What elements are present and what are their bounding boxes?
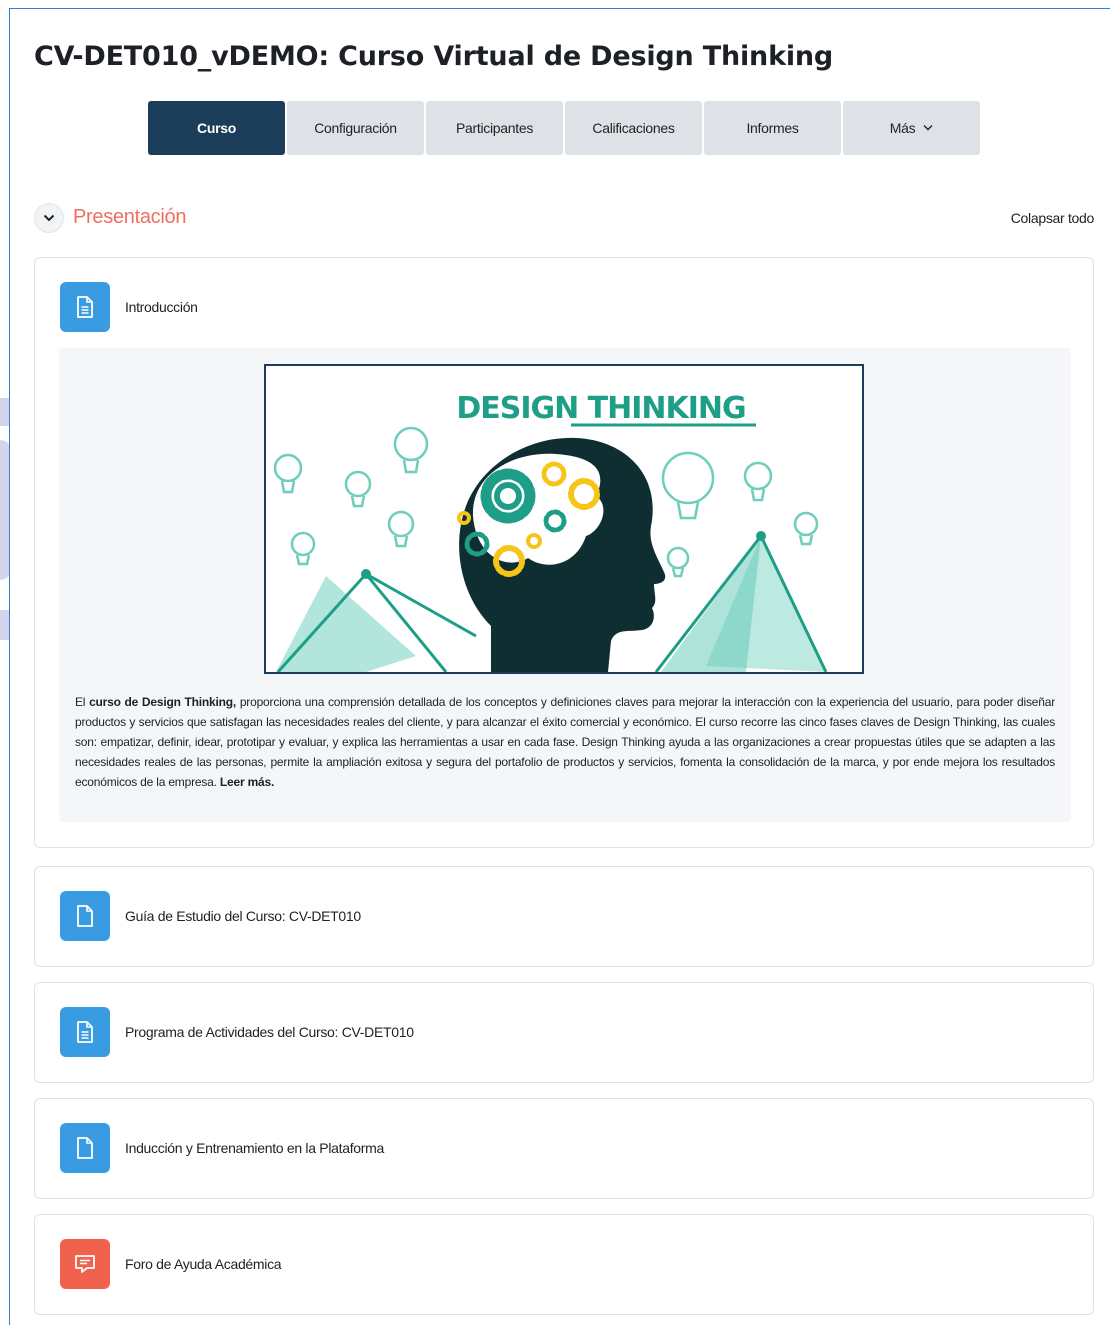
activity-item: Programa de Actividades del Curso: CV-DE… xyxy=(60,1007,414,1057)
description-text: El curso de Design Thinking, proporciona… xyxy=(75,692,1055,792)
activity-name[interactable]: Introducción xyxy=(125,299,198,315)
page-icon[interactable] xyxy=(60,1007,110,1057)
activity-card: Guía de Estudio del Curso: CV-DET010 xyxy=(34,866,1094,967)
tab-participantes[interactable]: Participantes xyxy=(426,101,563,155)
activity-card: Inducción y Entrenamiento en la Platafor… xyxy=(34,1098,1094,1199)
activity-name[interactable]: Inducción y Entrenamiento en la Platafor… xyxy=(125,1140,384,1156)
tab-calificaciones[interactable]: Calificaciones xyxy=(565,101,702,155)
description-lead: El xyxy=(75,695,90,709)
activity-card-introduccion: Introducción DESIGN THINKING El curso de… xyxy=(34,257,1094,848)
tab-label: Curso xyxy=(197,120,236,136)
activity-name[interactable]: Foro de Ayuda Académica xyxy=(125,1256,282,1272)
section-title[interactable]: Presentación xyxy=(73,206,186,229)
file-icon[interactable] xyxy=(60,1123,110,1173)
activity-name[interactable]: Guía de Estudio del Curso: CV-DET010 xyxy=(125,908,361,924)
tab-configuracion[interactable]: Configuración xyxy=(287,101,424,155)
tab-informes[interactable]: Informes xyxy=(704,101,841,155)
read-more-link[interactable]: Leer más. xyxy=(220,775,274,789)
section-collapse-toggle[interactable] xyxy=(34,203,64,233)
tab-mas[interactable]: Más xyxy=(843,101,980,155)
chevron-down-icon xyxy=(923,123,933,134)
activity-item: Introducción xyxy=(60,282,198,332)
tab-label: Más xyxy=(889,120,916,136)
tab-label: Calificaciones xyxy=(592,120,675,136)
collapse-all-link[interactable]: Colapsar todo xyxy=(1011,210,1095,226)
activity-description: DESIGN THINKING El curso de Design Think… xyxy=(59,348,1071,822)
tab-curso[interactable]: Curso xyxy=(148,101,285,155)
page-title: CV-DET010_vDEMO: Curso Virtual de Design… xyxy=(34,41,834,72)
course-page: CV-DET010_vDEMO: Curso Virtual de Design… xyxy=(9,8,1110,1325)
tab-label: Participantes xyxy=(455,120,534,136)
activity-card: Foro de Ayuda Académica xyxy=(34,1214,1094,1315)
activity-item: Guía de Estudio del Curso: CV-DET010 xyxy=(60,891,361,941)
description-bold: curso de Design Thinking, xyxy=(89,695,237,709)
forum-icon[interactable] xyxy=(60,1239,110,1289)
file-icon[interactable] xyxy=(60,891,110,941)
activity-name[interactable]: Programa de Actividades del Curso: CV-DE… xyxy=(125,1024,414,1040)
activity-item: Foro de Ayuda Académica xyxy=(60,1239,282,1289)
chevron-down-icon xyxy=(43,209,55,227)
page-icon[interactable] xyxy=(60,282,110,332)
design-thinking-banner: DESIGN THINKING xyxy=(264,364,864,674)
activity-card: Programa de Actividades del Curso: CV-DE… xyxy=(34,982,1094,1083)
tab-label: Configuración xyxy=(314,120,397,136)
tab-label: Informes xyxy=(746,120,799,136)
activity-item: Inducción y Entrenamiento en la Platafor… xyxy=(60,1123,384,1173)
banner-title: DESIGN THINKING xyxy=(456,391,745,426)
section-header: Presentación Colapsar todo xyxy=(34,202,1094,238)
course-tabs: Curso Configuración Participantes Califi… xyxy=(148,101,982,155)
